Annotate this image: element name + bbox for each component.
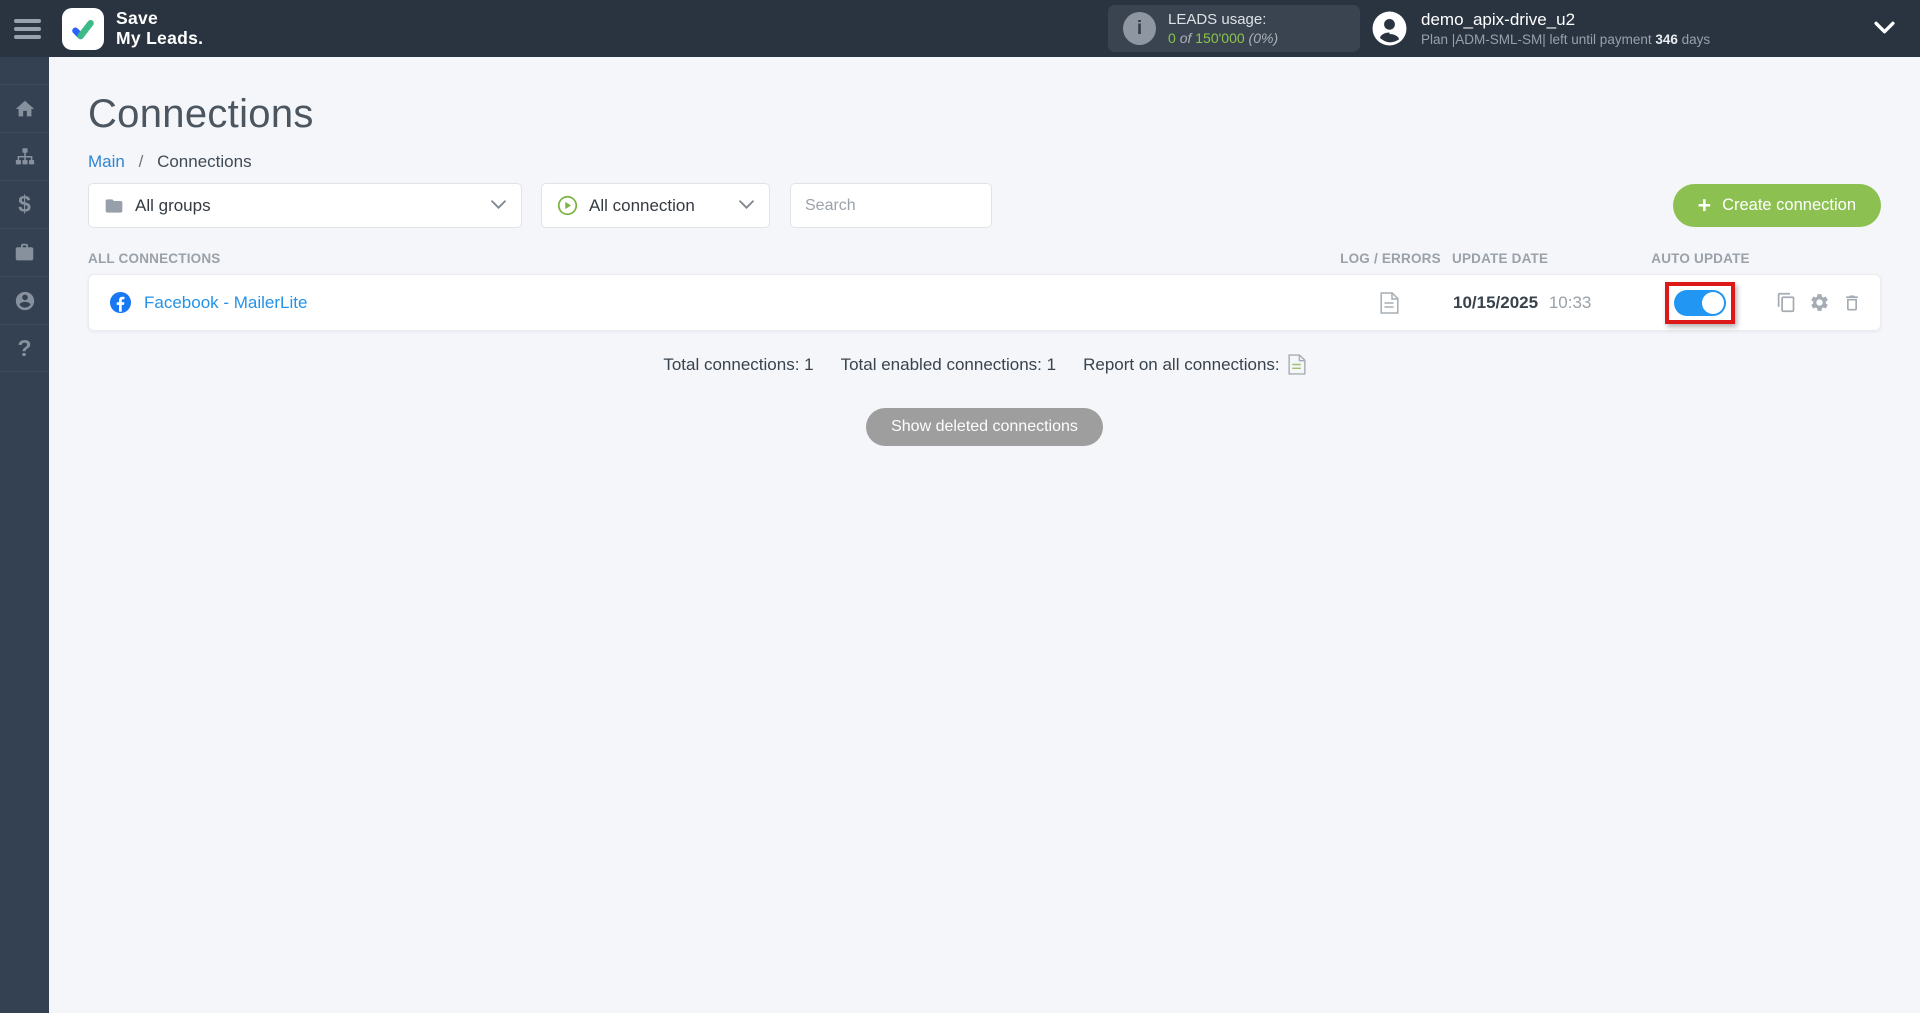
help-icon: ? [17, 334, 32, 361]
column-all-connections: ALL CONNECTIONS [88, 251, 221, 266]
sidebar-item-billing[interactable]: $ [0, 180, 49, 228]
highlight-box [1664, 281, 1735, 324]
leads-used: 0 [1168, 30, 1176, 46]
sidebar-item-help[interactable]: ? [0, 324, 49, 372]
top-header: Save My Leads. i LEADS usage: 0 of 150'0… [0, 0, 1920, 57]
toggle-knob [1701, 291, 1724, 314]
user-info: demo_apix-drive_u2 Plan |ADM-SML-SM| lef… [1421, 10, 1710, 47]
update-date-value: 10/15/2025 [1453, 292, 1539, 312]
breadcrumb-current: Connections [157, 152, 252, 171]
total-connections: Total connections: 1 [663, 354, 814, 374]
facebook-icon [109, 291, 132, 314]
connection-dropdown-value: All connection [589, 195, 695, 215]
left-sidebar: $ ? [0, 57, 49, 1013]
briefcase-icon [15, 243, 34, 261]
auto-update-toggle[interactable] [1673, 289, 1726, 316]
copy-connection-button[interactable] [1776, 292, 1797, 313]
connection-row: Facebook - MailerLite 10/15/2025 10:33 [88, 274, 1881, 331]
connection-name-link[interactable]: Facebook - MailerLite [144, 293, 307, 313]
groups-dropdown-value: All groups [135, 195, 211, 215]
chevron-down-icon [739, 197, 754, 215]
report-document-icon [1288, 354, 1306, 375]
days-left-value: 346 [1655, 32, 1678, 47]
chevron-down-icon [1874, 21, 1895, 34]
report-all-connections: Report on all connections: [1083, 354, 1306, 375]
connection-type-dropdown[interactable]: All connection [541, 183, 770, 228]
chevron-down-icon [491, 197, 506, 215]
leads-percent: (0%) [1248, 30, 1279, 46]
create-connection-label: Create connection [1722, 196, 1856, 214]
checkmark-logo-icon [72, 19, 94, 39]
show-deleted-connections-button[interactable]: Show deleted connections [866, 408, 1103, 446]
column-auto-update: AUTO UPDATE [1651, 251, 1750, 266]
column-update-date: UPDATE DATE [1452, 251, 1549, 266]
total-enabled-connections: Total enabled connections: 1 [840, 354, 1057, 374]
settings-connection-button[interactable] [1809, 292, 1830, 313]
search-input[interactable] [790, 183, 992, 228]
play-circle-icon [557, 195, 578, 216]
filter-toolbar: All groups All connection + Create conne… [88, 183, 1881, 228]
update-time-value: 10:33 [1548, 292, 1592, 312]
copy-icon [1777, 292, 1795, 313]
dollar-icon: $ [18, 191, 31, 217]
leads-usage-label: LEADS usage: [1168, 11, 1267, 28]
days-word: days [1681, 32, 1711, 47]
summary-bar: Total connections: 1 Total enabled conne… [88, 354, 1881, 375]
avatar-icon [1372, 11, 1407, 46]
update-date-cell: 10/15/2025 10:33 [1447, 293, 1622, 313]
brand-line1: Save [116, 7, 159, 28]
sidebar-item-connections[interactable] [0, 132, 49, 180]
report-label: Report on all connections: [1083, 354, 1280, 374]
breadcrumb-separator: / [138, 152, 144, 171]
breadcrumb-main-link[interactable]: Main [88, 152, 125, 171]
sidebar-item-services[interactable] [0, 228, 49, 276]
info-icon: i [1123, 12, 1156, 45]
leads-usage-text: LEADS usage: 0 of 150'000 (0%) [1168, 11, 1278, 46]
plus-icon: + [1697, 192, 1712, 218]
leads-total: 150'000 [1195, 30, 1245, 46]
brand-name: Save My Leads. [116, 7, 204, 48]
connection-name-cell: Facebook - MailerLite [89, 291, 1332, 314]
delete-connection-button[interactable] [1842, 293, 1862, 313]
user-icon [15, 291, 34, 310]
trash-icon [1846, 295, 1858, 310]
table-header-row: ALL CONNECTIONS LOG / ERRORS UPDATE DATE… [88, 251, 1881, 274]
sidebar-item-profile[interactable] [0, 276, 49, 324]
folder-icon [105, 198, 123, 213]
sidebar-nav: $ ? [0, 84, 49, 372]
column-log-errors: LOG / ERRORS [1340, 251, 1441, 266]
leads-of: of [1179, 30, 1192, 46]
plan-text: Plan |ADM-SML-SM| left until payment [1421, 32, 1652, 47]
home-icon [15, 100, 34, 116]
breadcrumb: Main / Connections [88, 152, 1881, 172]
row-actions [1777, 292, 1880, 313]
report-download-button[interactable] [1288, 354, 1306, 375]
log-errors-cell[interactable] [1332, 291, 1447, 314]
create-connection-button[interactable]: + Create connection [1672, 184, 1881, 227]
sitemap-icon [15, 147, 34, 164]
app-logo[interactable] [62, 7, 104, 50]
sidebar-item-home[interactable] [0, 84, 49, 132]
account-menu-chevron[interactable] [1874, 21, 1895, 39]
brand-line2: My Leads. [116, 27, 204, 48]
gear-icon [1811, 294, 1828, 311]
leads-usage-widget[interactable]: i LEADS usage: 0 of 150'000 (0%) [1108, 5, 1360, 52]
user-name: demo_apix-drive_u2 [1421, 10, 1576, 29]
user-account-block[interactable]: demo_apix-drive_u2 Plan |ADM-SML-SM| lef… [1371, 10, 1710, 47]
log-document-icon [1380, 291, 1399, 314]
auto-update-cell [1622, 281, 1777, 324]
main-content: Connections Main / Connections All group… [49, 0, 1920, 446]
page-title: Connections [88, 92, 314, 136]
leads-usage-value: 0 of 150'000 (0%) [1168, 30, 1278, 46]
hamburger-menu-icon[interactable] [14, 15, 41, 43]
groups-dropdown[interactable]: All groups [88, 183, 522, 228]
user-plan: Plan |ADM-SML-SM| left until payment 346… [1421, 32, 1710, 47]
